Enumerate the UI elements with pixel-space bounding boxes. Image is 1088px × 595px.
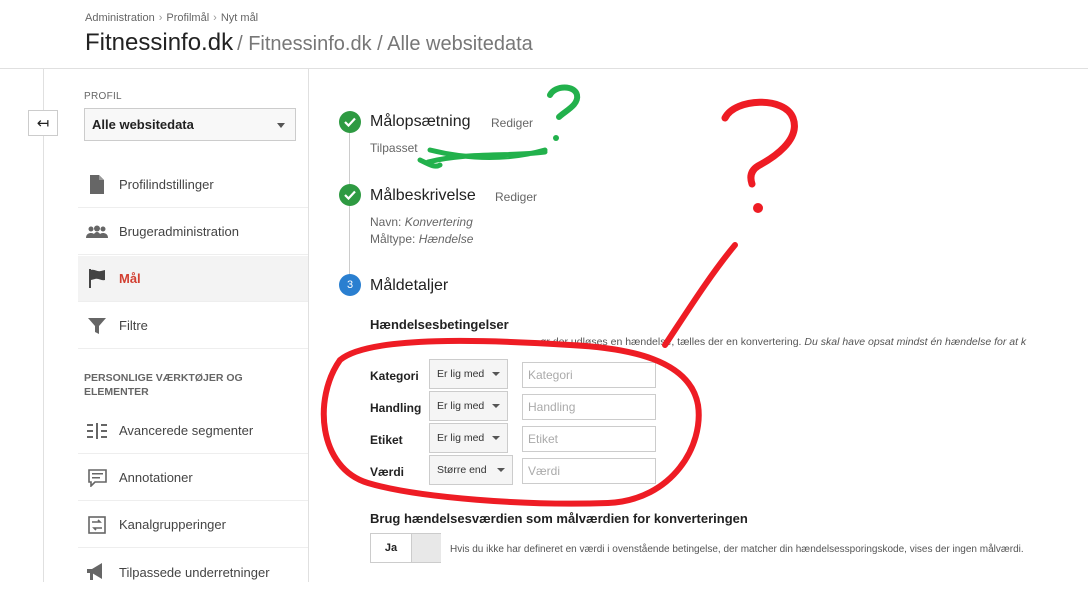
sidebar-item-user-management[interactable]: Brugeradministration bbox=[78, 209, 308, 255]
sidebar-item-channel-groupings[interactable]: Kanalgrupperinger bbox=[78, 502, 308, 548]
condition-label-value: Værdi bbox=[370, 465, 405, 479]
label-input[interactable]: Etiket bbox=[522, 426, 656, 452]
sidebar-item-goals[interactable]: Mål bbox=[78, 256, 308, 302]
step3-number-badge: 3 bbox=[339, 274, 361, 296]
category-operator-select[interactable]: Er lig med bbox=[429, 359, 508, 389]
event-conditions-description-italic: Du skal have opsat mindst én hændelse fo… bbox=[804, 336, 1027, 348]
event-conditions-heading: Hændelsesbetingelser bbox=[370, 317, 509, 332]
rail-divider bbox=[43, 68, 44, 582]
use-event-value-note: Hvis du ikke har defineret en værdi i ov… bbox=[450, 544, 1024, 555]
value-input[interactable]: Værdi bbox=[522, 458, 656, 484]
category-operator-value: Er lig med bbox=[437, 368, 485, 380]
sidebar-item-label: Kanalgrupperinger bbox=[119, 517, 226, 532]
segments-icon bbox=[86, 420, 108, 442]
event-conditions-description-text: ør der udløses en hændelse, tælles der e… bbox=[540, 336, 802, 348]
page-title: Fitnessinfo.dk bbox=[85, 29, 234, 56]
sidebar-item-label: Profilindstillinger bbox=[119, 177, 214, 192]
chevron-down-icon bbox=[492, 436, 500, 440]
back-button[interactable]: ↤ bbox=[28, 110, 58, 136]
megaphone-icon bbox=[86, 561, 108, 583]
sidebar-item-custom-alerts[interactable]: Tilpassede underretninger bbox=[78, 549, 308, 595]
step2-name-value: Konvertering bbox=[404, 215, 473, 229]
sidebar-item-label: Tilpassede underretninger bbox=[119, 564, 270, 580]
step2-type: Måltype: Hændelse bbox=[370, 232, 473, 246]
step1-info: Tilpasset bbox=[370, 141, 418, 155]
steps-connector bbox=[349, 126, 350, 286]
value-operator-select[interactable]: Større end bbox=[429, 455, 513, 485]
step3-title: Måldetaljer bbox=[370, 277, 449, 294]
toggle-label: Ja bbox=[371, 534, 411, 562]
value-operator-value: Større end bbox=[437, 464, 487, 476]
page-title-row: Fitnessinfo.dk / Fitnessinfo.dk / Alle we… bbox=[85, 29, 533, 57]
use-event-value-heading: Brug hændelsesværdien som målværdien for… bbox=[370, 511, 748, 526]
chevron-down-icon bbox=[277, 123, 285, 128]
label-operator-value: Er lig med bbox=[437, 432, 485, 444]
sidebar-item-label: Avancerede segmenter bbox=[119, 423, 254, 438]
action-operator-select[interactable]: Er lig med bbox=[429, 391, 508, 421]
goal-setup-main: Målopsætning Rediger Tilpasset Målbeskri… bbox=[310, 68, 1088, 582]
channel-icon bbox=[86, 514, 108, 536]
flag-icon bbox=[86, 268, 108, 290]
chevron-down-icon bbox=[492, 372, 500, 376]
condition-label-label: Etiket bbox=[370, 433, 403, 447]
category-input[interactable]: Kategori bbox=[522, 362, 656, 388]
back-arrow-icon: ↤ bbox=[36, 115, 50, 132]
step2-name-label: Navn: bbox=[370, 215, 402, 229]
action-input[interactable]: Handling bbox=[522, 394, 656, 420]
use-event-value-toggle[interactable]: Ja bbox=[370, 533, 441, 563]
label-operator-select[interactable]: Er lig med bbox=[429, 423, 508, 453]
page-header: Administration › Profilmål › Nyt mål Fitness… bbox=[0, 0, 1088, 69]
annotation-icon bbox=[86, 467, 108, 489]
breadcrumb-separator: › bbox=[158, 12, 163, 24]
sidebar: PROFIL Alle websitedata Profilindstillin… bbox=[78, 68, 309, 582]
breadcrumb-new-goal: Nyt mål bbox=[220, 12, 259, 24]
step2-type-value: Hændelse bbox=[418, 232, 474, 246]
step2-edit-link[interactable]: Rediger bbox=[495, 190, 537, 204]
sidebar-item-label: Mål bbox=[119, 271, 141, 286]
chevron-down-icon bbox=[497, 468, 505, 472]
sidebar-item-label: Brugeradministration bbox=[119, 224, 239, 239]
filter-icon bbox=[86, 315, 108, 337]
chevron-down-icon bbox=[492, 404, 500, 408]
step2-check-icon bbox=[339, 184, 361, 206]
step2-title: Målbeskrivelse bbox=[370, 187, 476, 204]
document-icon bbox=[86, 174, 108, 196]
sidebar-item-advanced-segments[interactable]: Avancerede segmenter bbox=[78, 408, 308, 454]
breadcrumb-administration[interactable]: Administration bbox=[85, 12, 155, 24]
profile-select[interactable]: Alle websitedata bbox=[84, 108, 296, 141]
section-label-personal-tools: PERSONLIGE VÆRKTØJER OG ELEMENTER bbox=[84, 372, 243, 398]
profile-select-value: Alle websitedata bbox=[92, 117, 194, 132]
toggle-knob[interactable] bbox=[411, 534, 441, 562]
sidebar-item-profile-settings[interactable]: Profilindstillinger bbox=[78, 162, 308, 208]
event-conditions-description: ør der udløses en hændelse, tælles der e… bbox=[370, 336, 1026, 348]
step2-type-label: Måltype: bbox=[370, 232, 416, 246]
sidebar-item-label: Annotationer bbox=[119, 470, 193, 485]
page-subtitle: / Fitnessinfo.dk / Alle websitedata bbox=[237, 33, 533, 55]
profile-label: PROFIL bbox=[84, 91, 122, 102]
step2-name: Navn: Konvertering bbox=[370, 215, 473, 229]
step1-edit-link[interactable]: Rediger bbox=[491, 116, 533, 130]
step1-title: Målopsætning bbox=[370, 113, 471, 130]
sidebar-item-filters[interactable]: Filtre bbox=[78, 303, 308, 349]
sidebar-item-annotations[interactable]: Annotationer bbox=[78, 455, 308, 501]
breadcrumb-profile-goals[interactable]: Profilmål bbox=[166, 12, 209, 24]
breadcrumb: Administration › Profilmål › Nyt mål bbox=[85, 12, 258, 24]
condition-label-category: Kategori bbox=[370, 369, 419, 383]
sidebar-item-label: Filtre bbox=[119, 318, 148, 333]
step1-check-icon bbox=[339, 111, 361, 133]
breadcrumb-separator: › bbox=[213, 12, 217, 24]
action-operator-value: Er lig med bbox=[437, 400, 485, 412]
condition-label-action: Handling bbox=[370, 401, 422, 415]
users-icon bbox=[86, 221, 108, 243]
